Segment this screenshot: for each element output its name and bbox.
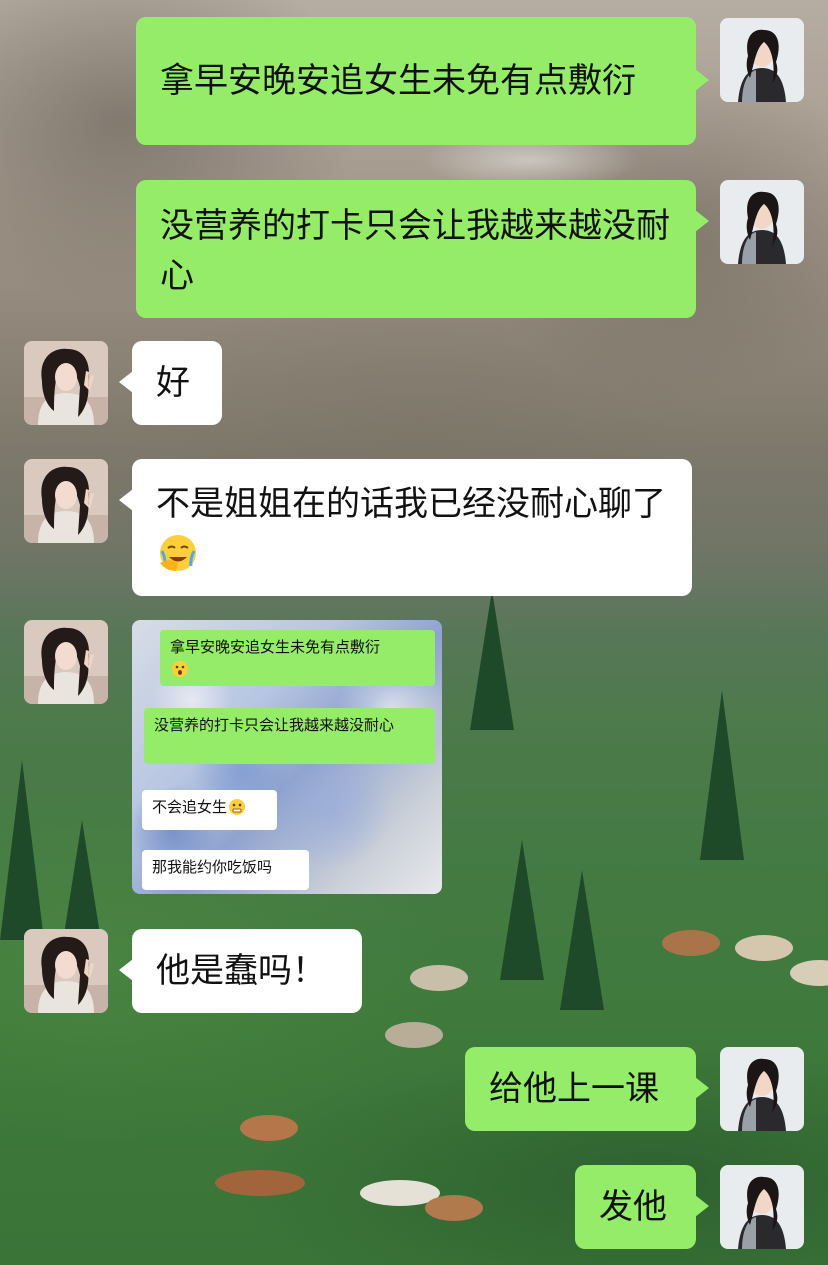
surprised-face-emoji xyxy=(171,660,189,678)
mini-text: 那我能约你吃饭吗 xyxy=(152,858,273,876)
face-palm-crying-emoji xyxy=(158,533,198,573)
mini-bubble-outgoing: 没营养的打卡只会让我越来越没耐心 xyxy=(144,708,435,764)
pine-tree xyxy=(560,870,604,1010)
pine-tree xyxy=(700,690,744,860)
bubble-tail xyxy=(119,959,133,981)
contact-avatar[interactable] xyxy=(24,929,108,1013)
sheep xyxy=(735,935,793,961)
sheep xyxy=(662,930,720,956)
contact-avatar[interactable] xyxy=(24,459,108,543)
sheep xyxy=(425,1195,483,1221)
message-text: 发他 xyxy=(599,1187,667,1227)
mini-text: 不会追女生 xyxy=(152,798,228,816)
pine-tree xyxy=(500,840,544,980)
sheep xyxy=(385,1022,443,1048)
mini-text: 没营养的打卡只会让我越来越没耐心 xyxy=(154,716,395,734)
bubble-tail xyxy=(119,371,133,393)
bubble-tail xyxy=(119,489,133,511)
mini-text: 拿早安晚安追女生未免有点敷衍 xyxy=(170,638,381,656)
my-avatar[interactable] xyxy=(720,180,804,264)
bubble-tail xyxy=(695,1195,709,1217)
sheep xyxy=(360,1180,440,1206)
grimace-face-emoji xyxy=(228,798,246,816)
message-text: 他是蠢吗！ xyxy=(156,951,326,991)
bubble-tail xyxy=(695,69,709,91)
message-text: 给他上一课 xyxy=(489,1069,659,1109)
bubble-tail xyxy=(695,1077,709,1099)
message-text: 拿早安晚安追女生未免有点敷衍 xyxy=(160,61,636,101)
message-bubble-outgoing[interactable]: 发他 xyxy=(575,1165,709,1249)
my-avatar[interactable] xyxy=(720,1165,804,1249)
bubble-tail xyxy=(695,210,709,232)
sheep xyxy=(410,965,468,991)
sheep xyxy=(790,960,828,986)
message-bubble-outgoing[interactable]: 给他上一课 xyxy=(465,1047,709,1131)
pine-tree xyxy=(0,760,44,940)
message-text: 没营养的打卡只会让我越来越没耐心 xyxy=(160,206,670,296)
message-bubble-outgoing[interactable]: 没营养的打卡只会让我越来越没耐心 xyxy=(136,180,709,318)
sheep xyxy=(215,1170,305,1196)
screenshot-image-message[interactable]: 拿早安晚安追女生未免有点敷衍 没营养的打卡只会让我越来越没耐心 不会追女生 那我… xyxy=(132,620,442,894)
mini-bubble-incoming: 那我能约你吃饭吗 xyxy=(142,850,309,890)
my-avatar[interactable] xyxy=(720,18,804,102)
message-bubble-incoming[interactable]: 不是姐姐在的话我已经没耐心聊了 xyxy=(119,459,692,596)
message-bubble-outgoing[interactable]: 拿早安晚安追女生未免有点敷衍 xyxy=(136,17,709,145)
chat-window: 拿早安晚安追女生未免有点敷衍 没营养的打卡只会让我越来越没耐心 好 不是姐姐在的… xyxy=(0,0,828,1265)
mini-bubble-incoming: 不会追女生 xyxy=(142,790,277,830)
contact-avatar[interactable] xyxy=(24,620,108,704)
message-text: 不是姐姐在的话我已经没耐心聊了 xyxy=(156,484,666,524)
my-avatar[interactable] xyxy=(720,1047,804,1131)
sheep xyxy=(240,1115,298,1141)
mini-bubble-outgoing: 拿早安晚安追女生未免有点敷衍 xyxy=(160,630,435,686)
message-text: 好 xyxy=(156,363,190,403)
message-bubble-incoming[interactable]: 他是蠢吗！ xyxy=(119,929,362,1013)
contact-avatar[interactable] xyxy=(24,341,108,425)
message-bubble-incoming[interactable]: 好 xyxy=(119,341,222,425)
pine-tree xyxy=(470,590,514,730)
